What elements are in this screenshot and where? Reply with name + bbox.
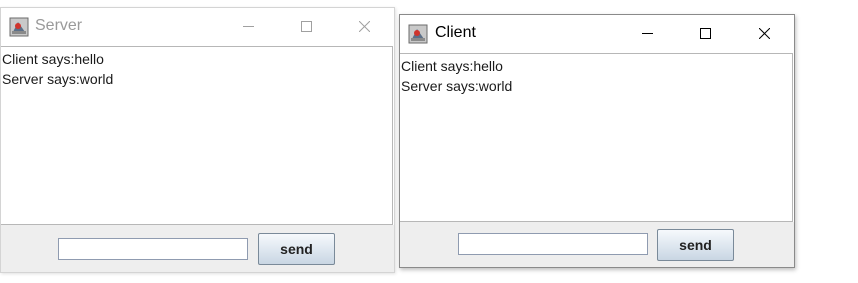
maximize-button[interactable] bbox=[283, 8, 329, 45]
send-button[interactable]: send bbox=[258, 233, 335, 265]
minimize-button[interactable] bbox=[225, 8, 271, 45]
server-window: Server Client says:hello Server says:wor… bbox=[0, 7, 395, 273]
message-line: Server says:world bbox=[401, 78, 513, 94]
message-line: Client says:hello bbox=[2, 51, 104, 67]
input-panel: send bbox=[1, 225, 394, 272]
java-app-icon bbox=[408, 24, 428, 44]
maximize-button[interactable] bbox=[682, 15, 728, 52]
close-button[interactable] bbox=[341, 8, 387, 45]
maximize-icon bbox=[700, 28, 711, 39]
close-icon bbox=[759, 28, 770, 39]
send-button[interactable]: send bbox=[657, 229, 734, 261]
window-title: Client bbox=[435, 24, 476, 41]
server-titlebar[interactable]: Server bbox=[1, 8, 394, 45]
close-icon bbox=[359, 21, 370, 32]
minimize-button[interactable] bbox=[624, 15, 670, 52]
message-log[interactable]: Client says:hello Server says:world bbox=[400, 53, 793, 222]
client-titlebar[interactable]: Client bbox=[400, 15, 794, 52]
message-log[interactable]: Client says:hello Server says:world bbox=[1, 46, 393, 225]
maximize-icon bbox=[301, 21, 312, 32]
client-window: Client Client says:hello Server says:wor… bbox=[399, 14, 795, 268]
close-button[interactable] bbox=[741, 15, 787, 52]
message-line: Client says:hello bbox=[401, 58, 503, 74]
minimize-icon bbox=[642, 33, 653, 34]
java-app-icon bbox=[9, 17, 29, 37]
message-line: Server says:world bbox=[2, 71, 114, 87]
minimize-icon bbox=[243, 26, 254, 27]
message-input[interactable] bbox=[458, 233, 648, 255]
input-panel: send bbox=[400, 222, 794, 267]
message-input[interactable] bbox=[58, 238, 248, 260]
window-title: Server bbox=[35, 17, 83, 34]
